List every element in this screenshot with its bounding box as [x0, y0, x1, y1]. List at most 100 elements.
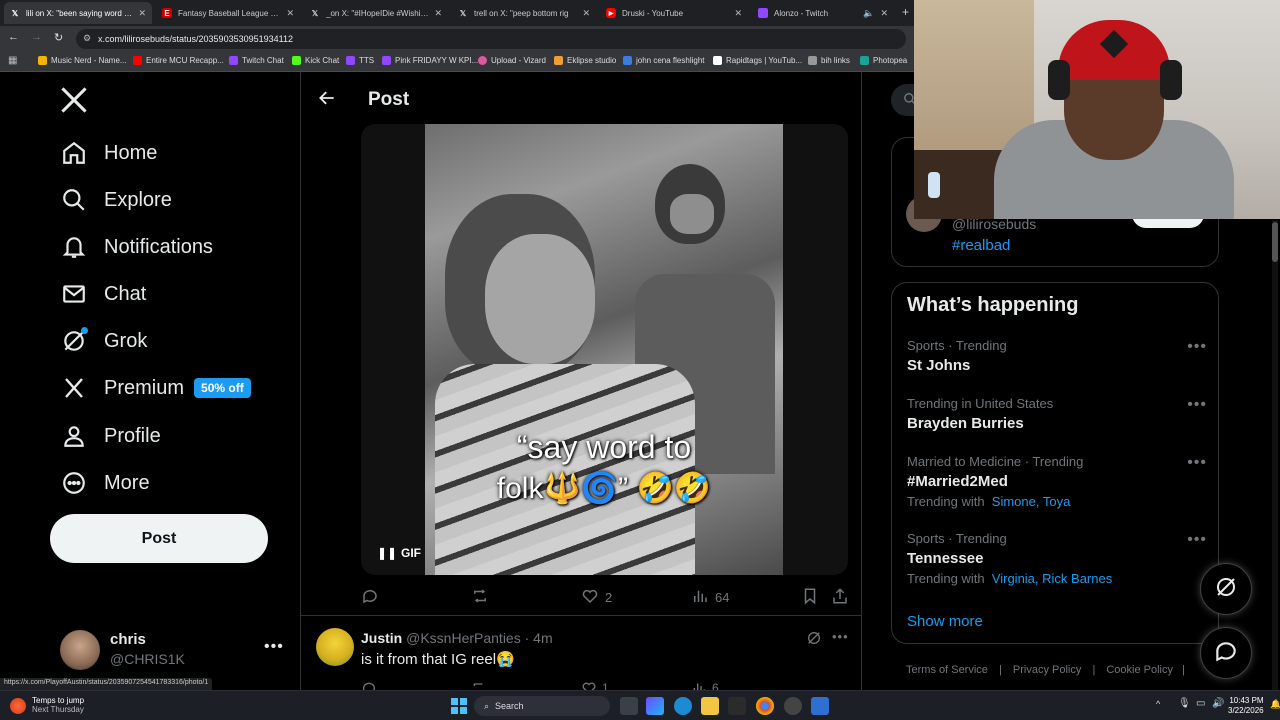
chrome-icon[interactable]: [756, 697, 774, 715]
account-switcher[interactable]: chris @CHRIS1K •••: [60, 630, 298, 670]
copilot-icon[interactable]: [646, 697, 664, 715]
windows-start-icon[interactable]: [450, 697, 468, 715]
url-input[interactable]: ⚙ x.com/lilirosebuds/status/203590353095…: [76, 29, 906, 49]
browser-tab[interactable]: 𝕏 _on X: "#IHopeIDie #WishingTh ✕: [304, 2, 448, 24]
more-dots-icon[interactable]: •••: [264, 638, 284, 656]
trend-item[interactable]: Trending in United States Brayden Burrie…: [907, 396, 1207, 432]
views-button[interactable]: 6: [691, 680, 719, 690]
bookmark[interactable]: Twitch Chat: [229, 56, 284, 65]
reply-author-handle[interactable]: @KssnHerPanties: [406, 630, 521, 646]
trend-item[interactable]: Sports · Trending Tennessee Trending wit…: [907, 531, 1207, 586]
pause-icon[interactable]: ❚❚: [377, 546, 397, 560]
back-arrow-icon[interactable]: [317, 88, 337, 113]
hashtag-link[interactable]: #realbad: [952, 237, 1010, 254]
trend-item[interactable]: Married to Medicine · Trending #Married2…: [907, 454, 1207, 509]
nav-home[interactable]: Home: [60, 135, 157, 171]
bookmark[interactable]: Music Nerd - Name...: [38, 56, 127, 65]
bookmark[interactable]: Photopea: [860, 56, 907, 65]
repost-icon[interactable]: [471, 680, 487, 690]
browser-tab[interactable]: ▶ Druski - YouTube ✕: [600, 2, 748, 24]
x-logo-icon[interactable]: [60, 86, 88, 119]
browser-tab[interactable]: EFantasy Baseball League Creati✕: [156, 2, 300, 24]
bookmark[interactable]: Pink FRIDAYY W KPI...: [382, 56, 478, 65]
bookmark[interactable]: Kick Chat: [292, 56, 339, 65]
network-icon[interactable]: ▭: [1196, 698, 1205, 709]
like-button[interactable]: 2: [581, 587, 612, 608]
notepad-icon[interactable]: [811, 697, 829, 715]
more-dots-icon[interactable]: •••: [832, 629, 849, 644]
store-icon[interactable]: [728, 697, 746, 715]
privacy-link[interactable]: Privacy Policy: [1013, 664, 1081, 676]
close-tab-icon[interactable]: ✕: [880, 8, 888, 19]
messages-fab[interactable]: [1200, 627, 1252, 679]
trend-related-link[interactable]: Virginia, Rick Barnes: [992, 571, 1112, 586]
cookie-link[interactable]: Cookie Policy: [1106, 664, 1173, 676]
bookmark[interactable]: john cena fleshlight: [623, 56, 705, 65]
bookmark[interactable]: Upload - Vizard: [478, 56, 546, 65]
chevron-up-icon[interactable]: ^: [1156, 699, 1160, 709]
like-button[interactable]: 1: [581, 680, 609, 690]
more-dots-icon[interactable]: •••: [1187, 338, 1207, 356]
trend-item[interactable]: Sports · Trending St Johns •••: [907, 338, 1207, 374]
bookmark[interactable]: Rapidtags | YouTub...: [713, 56, 802, 65]
nav-more[interactable]: More: [60, 465, 150, 501]
back-icon[interactable]: ←: [8, 31, 19, 43]
site-info-icon[interactable]: ⚙: [83, 33, 91, 44]
trend-related-link[interactable]: Simone, Toya: [992, 494, 1071, 509]
scrollbar[interactable]: [1272, 220, 1278, 690]
reply-tweet[interactable]: Justin @KssnHerPanties · 4m ••• is it fr…: [301, 616, 861, 690]
scrollbar-thumb[interactable]: [1272, 222, 1278, 262]
reply-icon[interactable]: [361, 680, 377, 690]
nav-chat[interactable]: Chat: [60, 276, 146, 312]
taskbar-search[interactable]: ⌕ Search: [474, 696, 610, 716]
grok-icon[interactable]: [806, 630, 822, 651]
close-tab-icon[interactable]: ✕: [138, 8, 146, 19]
bookmark[interactable]: bih links: [808, 56, 850, 65]
microphone-icon[interactable]: 🎙: [1178, 698, 1191, 709]
gif-media[interactable]: “say word to folk🔱🌀” 🤣🤣 ❚❚ GIF: [361, 124, 848, 575]
volume-icon[interactable]: 🔊: [1212, 698, 1224, 709]
bookmark-button[interactable]: [801, 587, 825, 608]
bookmark[interactable]: Entire MCU Recapp...: [133, 56, 224, 65]
clock[interactable]: 10:43 PM 3/22/2026: [1228, 696, 1264, 716]
close-tab-icon[interactable]: ✕: [286, 8, 294, 19]
nav-grok[interactable]: Grok: [60, 323, 147, 359]
grok-fab[interactable]: [1200, 563, 1252, 615]
more-dots-icon[interactable]: •••: [1187, 396, 1207, 414]
forward-icon[interactable]: →: [31, 31, 42, 43]
reply-timestamp[interactable]: · 4m: [525, 630, 553, 646]
reply-button[interactable]: [361, 587, 385, 608]
task-view-icon[interactable]: [620, 697, 638, 715]
close-tab-icon[interactable]: ✕: [434, 8, 442, 19]
browser-tab[interactable]: 𝕏trell on X: "peep bottom rig ✕: [452, 2, 596, 24]
terms-link[interactable]: Terms of Service: [906, 664, 988, 676]
post-button[interactable]: Post: [50, 514, 268, 563]
nav-explore[interactable]: Explore: [60, 182, 172, 218]
views-button[interactable]: 64: [691, 587, 729, 608]
more-dots-icon[interactable]: •••: [1187, 454, 1207, 472]
reply-author-name[interactable]: Justin: [361, 630, 402, 646]
new-tab-button[interactable]: +: [902, 5, 909, 19]
nav-notifications[interactable]: Notifications: [60, 229, 213, 265]
bookmark[interactable]: Eklipse studio: [554, 56, 616, 65]
close-tab-icon[interactable]: ✕: [734, 8, 742, 19]
weather-widget[interactable]: Temps to jump Next Thursday: [32, 696, 84, 714]
browser-tab[interactable]: 𝕏lili on X: "been saying word to f ✕: [4, 2, 152, 24]
repost-button[interactable]: [471, 587, 495, 608]
nav-profile[interactable]: Profile: [60, 418, 161, 454]
nav-premium[interactable]: Premium 50% off: [60, 370, 251, 406]
reload-icon[interactable]: ↻: [54, 31, 63, 44]
close-tab-icon[interactable]: ✕: [582, 8, 590, 19]
bookmark[interactable]: TTS: [346, 56, 374, 65]
apps-grid-icon[interactable]: ▦: [8, 55, 17, 66]
notification-bell-icon[interactable]: 🔔: [1270, 699, 1280, 710]
weather-icon[interactable]: [10, 698, 26, 714]
edge-icon[interactable]: [674, 697, 692, 715]
mute-tab-icon[interactable]: 🔈: [863, 8, 874, 19]
browser-tab[interactable]: Alonzo - Twitch 🔈 ✕: [752, 2, 894, 24]
share-button[interactable]: [831, 587, 855, 608]
more-dots-icon[interactable]: •••: [1187, 531, 1207, 549]
obs-icon[interactable]: [784, 697, 802, 715]
show-more-link[interactable]: Show more: [907, 613, 983, 630]
file-explorer-icon[interactable]: [701, 697, 719, 715]
